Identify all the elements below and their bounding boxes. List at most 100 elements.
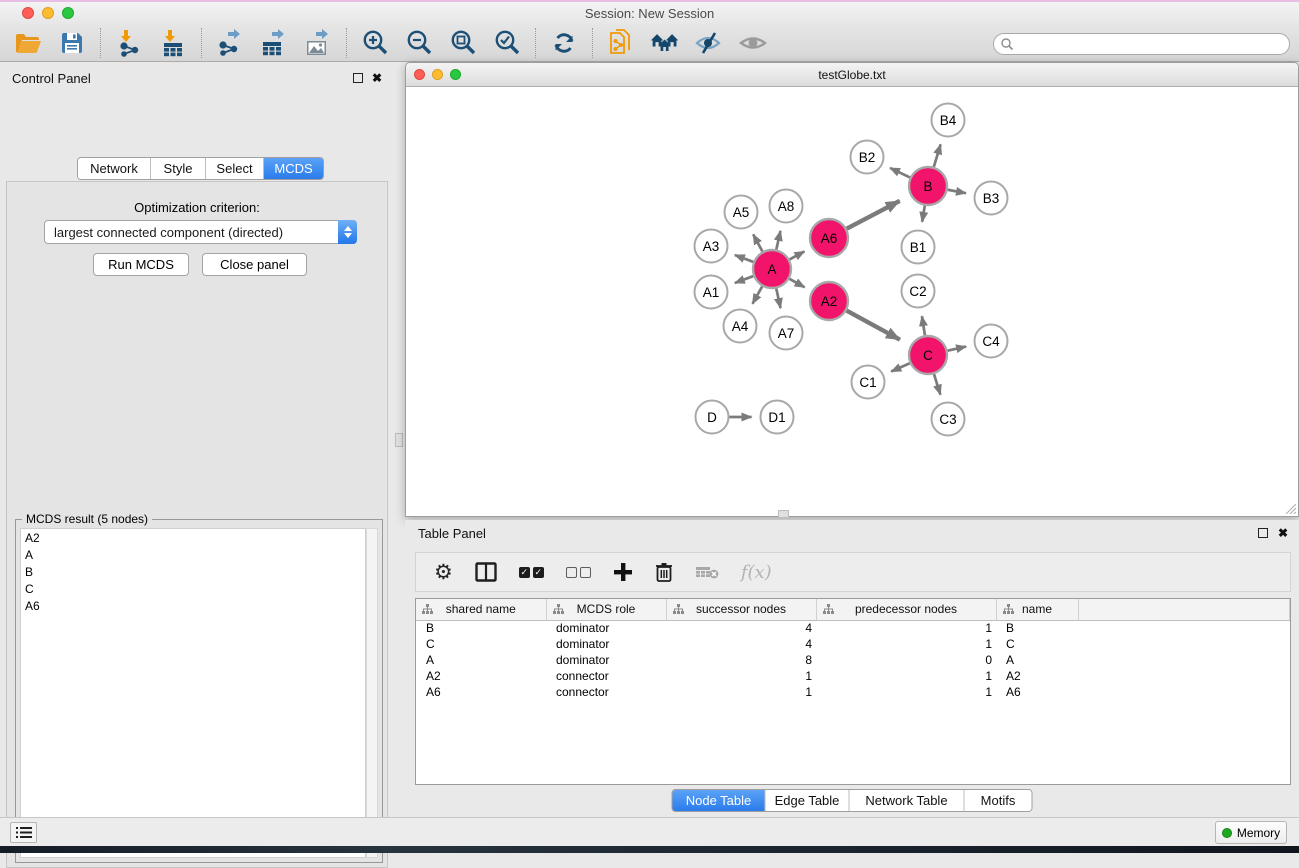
result-item[interactable]: C [21,580,365,597]
table-cell[interactable]: A6 [996,684,1078,700]
tab-motifs[interactable]: Motifs [965,790,1032,811]
memory-button[interactable]: Memory [1215,821,1287,844]
graph-edge-A-A7[interactable] [776,289,780,309]
run-mcds-button[interactable]: Run MCDS [93,253,189,276]
table-cell[interactable]: connector [546,684,666,700]
result-item[interactable]: B [21,563,365,580]
select-all-icon[interactable]: ✓✓ [519,558,544,586]
vertical-splitter-handle[interactable] [395,433,403,447]
graph-edge-A-A3[interactable] [735,255,753,262]
import-network-icon[interactable] [114,28,144,58]
unselect-all-icon[interactable] [566,558,591,586]
graph-edge-A-A6[interactable] [790,251,805,259]
table-cell[interactable]: dominator [546,636,666,652]
table-cell[interactable]: 0 [816,652,996,668]
column-view-icon[interactable] [475,558,497,586]
result-item[interactable]: A2 [21,529,365,546]
table-cell[interactable]: 4 [666,636,816,652]
result-item[interactable]: A6 [21,597,365,614]
table-row[interactable]: Adominator80A [416,652,1290,668]
resize-grip-icon[interactable] [1284,502,1296,514]
result-scrollbar[interactable] [366,528,378,858]
column-header-MCDS-role[interactable]: MCDS role [546,599,666,620]
graph-edge-A-A5[interactable] [753,234,762,251]
table-cell[interactable]: A2 [416,668,546,684]
network-window-titlebar[interactable]: testGlobe.txt [406,63,1298,87]
graph-edge-A-A2[interactable] [789,279,804,288]
table-cell[interactable]: A [996,652,1078,668]
column-header-successor-nodes[interactable]: successor nodes [666,599,816,620]
tab-network-table[interactable]: Network Table [850,790,965,811]
table-cell[interactable]: B [416,620,546,636]
tab-select[interactable]: Select [206,158,264,179]
graph-edge-B-B3[interactable] [948,190,966,193]
network-graph-canvas[interactable]: B4B2BB3A8A5A6A3B1AC2A1A2A4A7C4CC1C3DD1 [407,88,1298,516]
float-table-panel-icon[interactable] [1258,528,1268,538]
table-row[interactable]: A6connector11A6 [416,684,1290,700]
add-column-icon[interactable] [613,558,633,586]
search-field[interactable] [993,33,1290,55]
table-cell[interactable]: 4 [666,620,816,636]
delete-column-icon[interactable] [655,558,673,586]
table-cell[interactable]: 1 [816,620,996,636]
column-header-name[interactable]: name [996,599,1078,620]
graph-edge-C-C3[interactable] [934,374,940,395]
close-panel-icon[interactable]: ✖ [372,71,382,85]
graph-edge-A-A4[interactable] [752,286,762,303]
export-table-icon[interactable] [259,28,289,58]
refresh-icon[interactable] [549,28,579,58]
graph-edge-C-C4[interactable] [948,347,967,351]
tab-style[interactable]: Style [151,158,206,179]
column-header-predecessor-nodes[interactable]: predecessor nodes [816,599,996,620]
table-cell[interactable]: A2 [996,668,1078,684]
home-networks-icon[interactable] [650,28,680,58]
tab-network[interactable]: Network [78,158,151,179]
table-cell[interactable]: 1 [816,684,996,700]
graph-edge-B-B2[interactable] [890,168,910,177]
table-cell[interactable]: 1 [666,684,816,700]
zoom-out-icon[interactable] [404,28,434,58]
open-session-icon[interactable] [13,28,43,58]
table-row[interactable]: Bdominator41B [416,620,1290,636]
table-cell[interactable]: 1 [666,668,816,684]
zoom-fit-icon[interactable] [448,28,478,58]
table-cell[interactable]: C [416,636,546,652]
float-panel-icon[interactable] [353,73,363,83]
clone-network-icon[interactable] [606,28,636,58]
table-cell[interactable]: connector [546,668,666,684]
table-cell[interactable]: A6 [416,684,546,700]
graph-edge-A-A1[interactable] [735,276,753,283]
hide-selected-icon[interactable] [694,28,724,58]
table-cell[interactable]: dominator [546,652,666,668]
close-panel-button[interactable]: Close panel [202,253,307,276]
close-table-panel-icon[interactable]: ✖ [1278,526,1288,540]
horizontal-splitter-handle[interactable] [778,510,789,518]
table-cell[interactable]: C [996,636,1078,652]
show-all-icon[interactable] [738,28,768,58]
tab-edge-table[interactable]: Edge Table [766,790,850,811]
table-cell[interactable]: A [416,652,546,668]
graph-edge-A2-C[interactable] [847,311,900,340]
graph-edge-B-B1[interactable] [922,206,925,222]
tab-mcds[interactable]: MCDS [264,158,323,179]
table-cell[interactable]: 8 [666,652,816,668]
export-image-icon[interactable] [303,28,333,58]
graph-edge-A6-B[interactable] [847,201,900,229]
table-cell[interactable]: B [996,620,1078,636]
task-history-button[interactable] [10,822,37,843]
import-table-icon[interactable] [158,28,188,58]
settings-icon[interactable]: ⚙ [434,558,453,586]
zoom-selected-icon[interactable] [492,28,522,58]
column-header-shared-name[interactable]: shared name [416,599,546,620]
table-cell[interactable]: 1 [816,636,996,652]
zoom-in-icon[interactable] [360,28,390,58]
table-row[interactable]: A2connector11A2 [416,668,1290,684]
table-cell[interactable]: dominator [546,620,666,636]
search-input[interactable] [1014,35,1289,53]
tab-node-table[interactable]: Node Table [673,790,766,811]
graph-edge-C-C1[interactable] [891,363,910,371]
graph-edge-A-A8[interactable] [776,231,780,250]
graph-edge-C-C2[interactable] [922,316,925,335]
graph-edge-B-B4[interactable] [934,144,941,166]
save-session-icon[interactable] [57,28,87,58]
